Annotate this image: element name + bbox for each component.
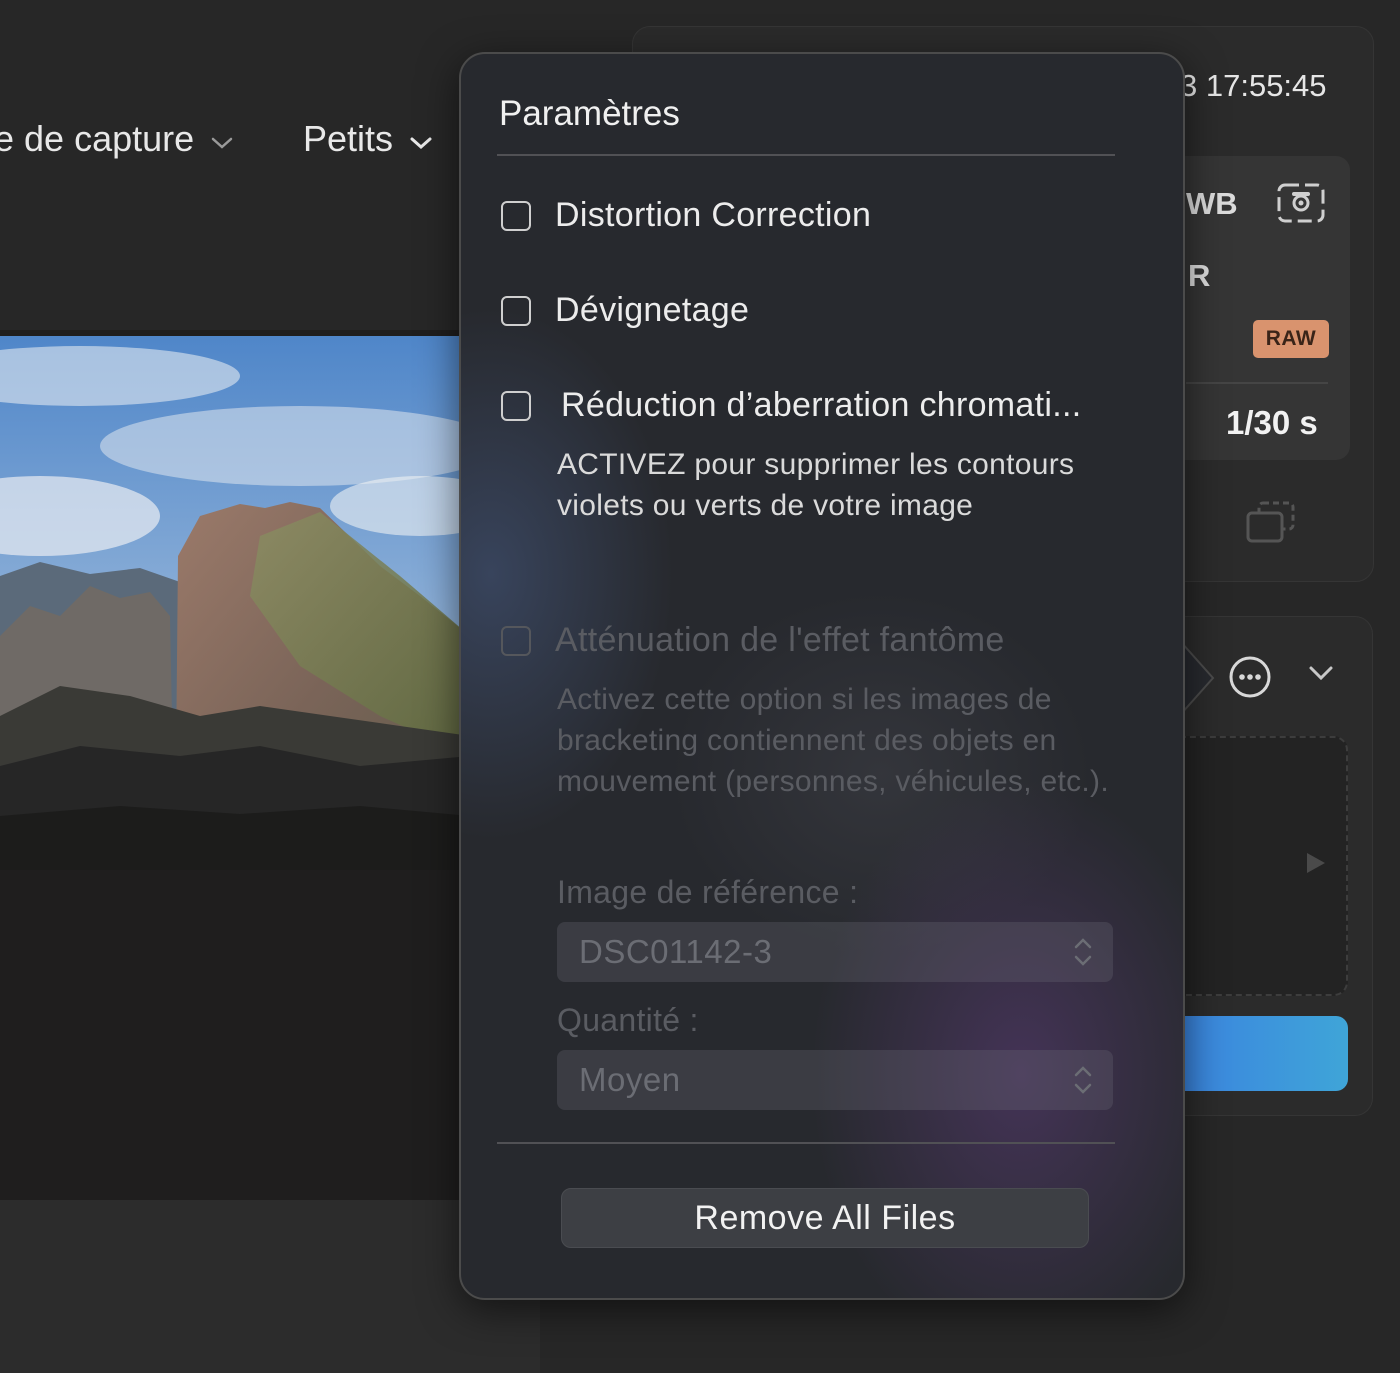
settings-popover: Paramètres Distortion Correction Dévigne… (459, 52, 1185, 1300)
distortion-correction-checkbox[interactable] (501, 200, 531, 231)
amount-label: Quantité : (557, 1002, 699, 1038)
chevron-down-icon (409, 118, 433, 160)
capture-dropdown[interactable]: e de capture (0, 118, 234, 160)
reference-image-label: Image de référence : (557, 874, 859, 910)
raw-badge: RAW (1253, 320, 1329, 358)
amount-value: Moyen (579, 1061, 681, 1098)
ghosting-option[interactable]: Atténuation de l'effet fantôme (501, 621, 1005, 660)
ghosting-checkbox[interactable] (501, 625, 531, 656)
updown-chevron-icon (1073, 1063, 1093, 1102)
chromatic-aberration-description: ACTIVEZ pour supprimer les contours viol… (557, 448, 1075, 522)
popover-title: Paramètres (499, 94, 680, 133)
ghosting-description: Activez cette option si les images de br… (557, 683, 1109, 798)
chromatic-aberration-checkbox[interactable] (501, 390, 531, 421)
amount-select[interactable]: Moyen (557, 1050, 1113, 1110)
wb-label: WB (1186, 186, 1238, 221)
footer-divider (497, 1142, 1115, 1144)
chromatic-aberration-option[interactable]: Réduction d’aberration chromati... (501, 386, 1081, 425)
devignetting-checkbox[interactable] (501, 295, 531, 326)
card-divider (1186, 382, 1328, 384)
capture-datetime: 3 17:55:45 (1180, 68, 1327, 103)
devignetting-option[interactable]: Dévignetage (501, 291, 749, 330)
chevron-down-icon (210, 118, 234, 160)
distortion-correction-option[interactable]: Distortion Correction (501, 196, 871, 235)
shutter-speed: 1/30 s (1226, 404, 1318, 441)
camera-icon[interactable] (1276, 182, 1326, 229)
reference-image-value: DSC01142-3 (579, 933, 773, 970)
remove-all-files-button[interactable]: Remove All Files (561, 1188, 1089, 1248)
size-dropdown-label: Petits (303, 118, 394, 159)
title-divider (497, 154, 1115, 156)
chromatic-aberration-label: Réduction d’aberration chromati... (561, 386, 1082, 424)
capture-dropdown-label: e de capture (0, 118, 195, 159)
play-icon[interactable] (1304, 850, 1328, 881)
size-dropdown[interactable]: Petits (303, 118, 433, 160)
devignetting-label: Dévignetage (555, 291, 750, 329)
chevron-down-icon[interactable] (1308, 664, 1334, 687)
reference-image-select[interactable]: DSC01142-3 (557, 922, 1113, 982)
stack-icon[interactable] (1244, 500, 1298, 549)
ghosting-label: Atténuation de l'effet fantôme (555, 621, 1005, 659)
updown-chevron-icon (1073, 935, 1093, 974)
popover-arrow (1181, 640, 1215, 716)
more-circle-icon[interactable] (1228, 655, 1272, 704)
photo-thumbnail[interactable] (0, 336, 470, 870)
r-label: R (1188, 258, 1211, 293)
distortion-correction-label: Distortion Correction (555, 196, 872, 234)
